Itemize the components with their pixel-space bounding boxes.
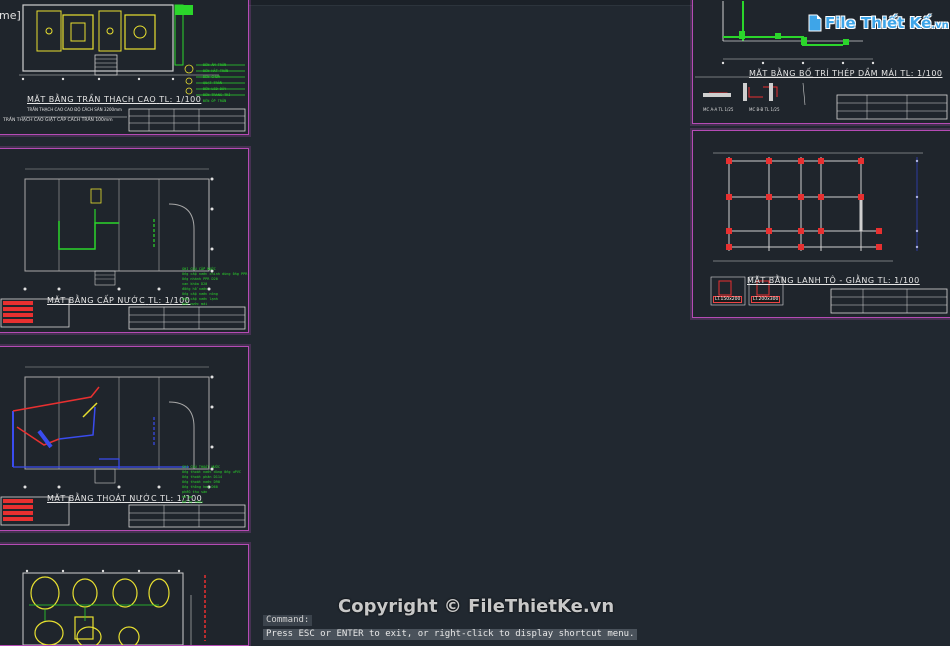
note-line: bể tự hoại xyxy=(182,500,204,504)
roof-steel-title: MẶT BẰNG BỐ TRÍ THÉP DẦM MÁI TL: 1/100 xyxy=(749,69,943,78)
partial-tab-label: me] xyxy=(0,9,21,22)
ceiling-note-1: TRẦN THẠCH CAO CAO ĐỘ CÁCH SÀN 3200mm xyxy=(27,107,122,112)
drainage-title: MẶT BẰNG THOÁT NƯỚC TL: 1/100 xyxy=(47,494,203,503)
file-icon xyxy=(808,14,822,32)
logo-text: File Thiết Kế.vn xyxy=(825,14,949,32)
drainage-notes: GHI CHÚ THOÁT NƯỚC ống thoát nước dùng ố… xyxy=(182,465,241,505)
command-prompt[interactable]: Command: xyxy=(263,615,313,626)
copyright-watermark: Copyright © FileThietKe.vn xyxy=(338,596,615,617)
beam-label-2: LT.200x300 xyxy=(751,296,781,303)
sheet-water-supply-plan[interactable]: MẶT BẰNG CẤP NƯỚC TL: 1/100 GHI CHÚ CẤP … xyxy=(0,148,249,333)
sheet-electrical-plan[interactable] xyxy=(0,544,249,646)
detail-b-label: MC B-B TL 1/25 xyxy=(749,107,780,112)
ceiling-legend: ĐÈN ÂM TRẦN ĐÈN HẮT TRẦN ĐÈN CHÙM QUẠT T… xyxy=(203,62,230,104)
lintel-drawing xyxy=(710,152,948,314)
ceiling-plan-title: MẶT BẰNG TRẦN THẠCH CAO TL: 1/100 xyxy=(27,95,202,104)
water-supply-notes: GHI CHÚ CẤP NƯỚC ống cấp nước chính dùng… xyxy=(182,267,247,307)
note-line: bồn nước mái xyxy=(182,302,208,306)
lintel-title: MẶT BẰNG LANH TÔ - GIẰNG TL: 1/100 xyxy=(747,276,920,285)
sheet-lintel-plan[interactable]: MẶT BẰNG LANH TÔ - GIẰNG TL: 1/100 LT.15… xyxy=(692,130,950,318)
legend-item: ĐÈN ỐP TRẦN xyxy=(203,99,227,103)
filethietke-logo: File Thiết Kế.vn xyxy=(808,14,949,32)
sheet-ceiling-plan[interactable]: me] MẶT BẰNG TRẦN THẠCH CAO TL: 1/100 TR… xyxy=(0,0,249,135)
beam-label-1: LT.150x200 xyxy=(713,296,743,303)
electrical-drawing xyxy=(22,569,206,645)
ceiling-note-2: TRẦN THẠCH CAO GIẬT CẤP CÁCH TRẦN 100mm xyxy=(3,118,113,123)
detail-a-label: MC A-A TL 1/25 xyxy=(703,107,734,112)
water-supply-title: MẶT BẰNG CẤP NƯỚC TL: 1/100 xyxy=(47,296,191,305)
command-hint: Press ESC or ENTER to exit, or right-cli… xyxy=(263,629,638,640)
sheet-drainage-plan[interactable]: MẶT BẰNG THOÁT NƯỚC TL: 1/100 GHI CHÚ TH… xyxy=(0,346,249,531)
